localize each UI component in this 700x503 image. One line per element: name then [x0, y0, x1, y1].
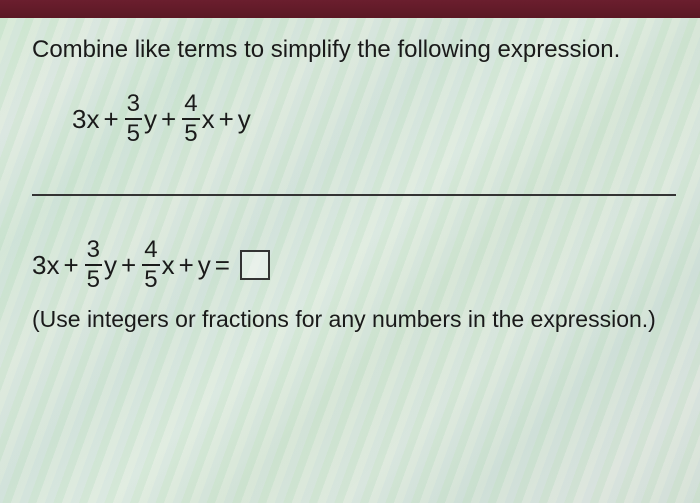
term: y [198, 250, 211, 281]
numerator: 3 [125, 92, 142, 118]
operator-plus: + [219, 104, 234, 135]
denominator: 5 [125, 118, 142, 146]
section-divider [32, 194, 676, 196]
operator-plus: + [103, 104, 118, 135]
term: 3x [32, 250, 59, 281]
instruction-hint: (Use integers or fractions for any numbe… [32, 306, 676, 333]
fraction: 4 5 [182, 92, 199, 146]
expression-display: 3x + 3 5 y + 4 5 x + y [72, 92, 676, 146]
operator-plus: + [63, 250, 78, 281]
term: y [144, 104, 157, 135]
equals-sign: = [215, 250, 230, 281]
operator-plus: + [179, 250, 194, 281]
fraction: 4 5 [142, 238, 159, 292]
question-panel: Combine like terms to simplify the follo… [0, 18, 700, 503]
term: y [238, 104, 251, 135]
denominator: 5 [142, 264, 159, 292]
window-title-bar [0, 0, 700, 18]
question-prompt: Combine like terms to simplify the follo… [32, 36, 676, 64]
term: x [162, 250, 175, 281]
denominator: 5 [85, 264, 102, 292]
term: y [104, 250, 117, 281]
numerator: 4 [142, 238, 159, 264]
denominator: 5 [182, 118, 199, 146]
answer-input[interactable] [240, 250, 270, 280]
term: 3x [72, 104, 99, 135]
numerator: 3 [85, 238, 102, 264]
answer-expression: 3x + 3 5 y + 4 5 x + y = [32, 238, 676, 292]
fraction: 3 5 [125, 92, 142, 146]
operator-plus: + [161, 104, 176, 135]
operator-plus: + [121, 250, 136, 281]
term: x [202, 104, 215, 135]
numerator: 4 [182, 92, 199, 118]
fraction: 3 5 [85, 238, 102, 292]
